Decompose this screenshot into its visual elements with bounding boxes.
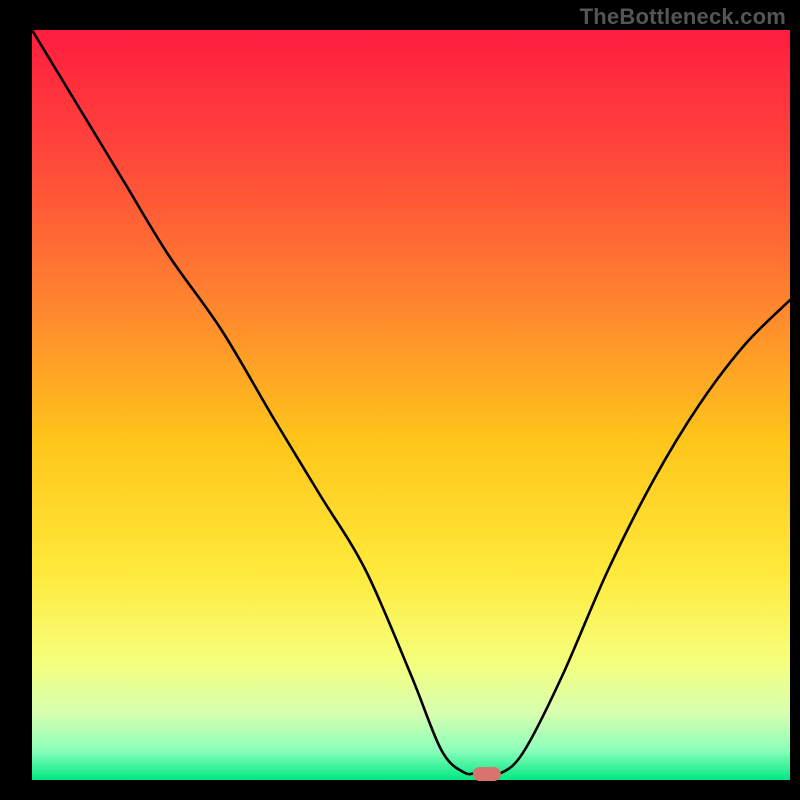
bottleneck-chart	[0, 0, 800, 800]
chart-frame: TheBottleneck.com	[0, 0, 800, 800]
optimum-marker	[473, 767, 501, 781]
watermark-text: TheBottleneck.com	[580, 4, 786, 30]
plot-background	[32, 30, 790, 780]
